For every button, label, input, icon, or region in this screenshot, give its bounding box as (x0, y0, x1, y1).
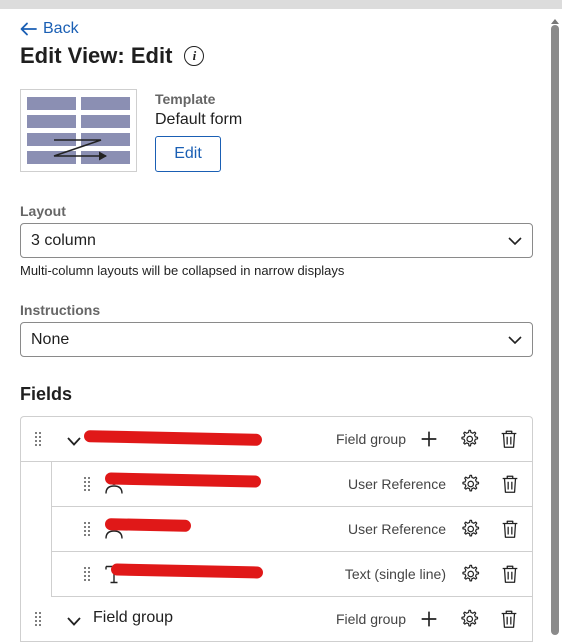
edit-view-panel: Back Edit View: Edit i Template Default … (0, 9, 562, 642)
field-row[interactable]: User Reference (51, 507, 532, 552)
layout-selected-value: 3 column (31, 231, 96, 249)
scrollbar[interactable] (548, 9, 562, 642)
drag-handle-icon[interactable] (35, 432, 41, 446)
edit-template-button[interactable]: Edit (155, 136, 221, 172)
field-type-label: Field group (335, 611, 406, 627)
chevron-down-icon (508, 236, 522, 245)
delete-trash-button[interactable] (499, 473, 521, 495)
redaction-mark (104, 518, 192, 532)
delete-trash-button[interactable] (498, 608, 520, 630)
delete-trash-button[interactable] (498, 428, 520, 450)
field-row[interactable]: Text (single line) (51, 552, 532, 597)
field-label: Field group (93, 609, 174, 626)
field-group-row[interactable]: Field group (21, 417, 532, 462)
drag-handle-icon[interactable] (84, 567, 90, 581)
field-type-label: Field group (335, 431, 406, 447)
settings-gear-button[interactable] (458, 428, 480, 450)
redaction-mark (104, 472, 262, 488)
instructions-select[interactable]: None (20, 322, 533, 357)
settings-gear-button[interactable] (459, 473, 481, 495)
drag-handle-icon[interactable] (35, 612, 41, 626)
scrollbar-thumb[interactable] (551, 25, 559, 635)
field-group-row[interactable]: Field group Field group (21, 597, 532, 642)
back-label: Back (43, 20, 79, 37)
chevron-down-icon (508, 335, 522, 344)
settings-gear-button[interactable] (458, 608, 480, 630)
layout-select[interactable]: 3 column (20, 223, 533, 258)
delete-trash-button[interactable] (499, 518, 521, 540)
form-layout-thumbnail-image (27, 97, 130, 164)
template-thumbnail (20, 89, 137, 172)
layout-label: Layout (20, 203, 66, 219)
settings-gear-button[interactable] (459, 518, 481, 540)
redaction-mark (110, 563, 264, 579)
delete-trash-button[interactable] (499, 563, 521, 585)
add-field-button[interactable] (418, 608, 440, 630)
fields-tree: Field group User Reference User Reference T… (20, 416, 533, 642)
redaction-mark (83, 430, 263, 446)
add-field-button[interactable] (418, 428, 440, 450)
field-type-label: User Reference (347, 521, 446, 537)
chevron-down-icon[interactable] (67, 613, 81, 626)
instructions-label: Instructions (20, 302, 101, 318)
page-title: Edit View: Edit (20, 43, 173, 68)
layout-helper-text: Multi-column layouts will be collapsed i… (20, 263, 345, 278)
field-type-label: Text (single line) (344, 566, 446, 582)
template-label: Template (155, 91, 216, 107)
arrow-left-icon (20, 22, 37, 36)
field-type-label: User Reference (347, 476, 446, 492)
info-icon[interactable]: i (184, 46, 205, 66)
title-row: Edit View: Edit i (20, 43, 205, 69)
scroll-up-arrow-icon[interactable] (551, 19, 559, 24)
template-value: Default form (155, 111, 243, 128)
drag-handle-icon[interactable] (84, 477, 90, 491)
fields-heading: Fields (20, 384, 73, 404)
chevron-down-icon[interactable] (67, 433, 81, 446)
window-top-strip (0, 0, 562, 9)
settings-gear-button[interactable] (459, 563, 481, 585)
back-link[interactable]: Back (20, 20, 79, 38)
drag-handle-icon[interactable] (84, 522, 90, 536)
field-row[interactable]: User Reference (51, 462, 532, 507)
instructions-selected-value: None (31, 330, 70, 348)
